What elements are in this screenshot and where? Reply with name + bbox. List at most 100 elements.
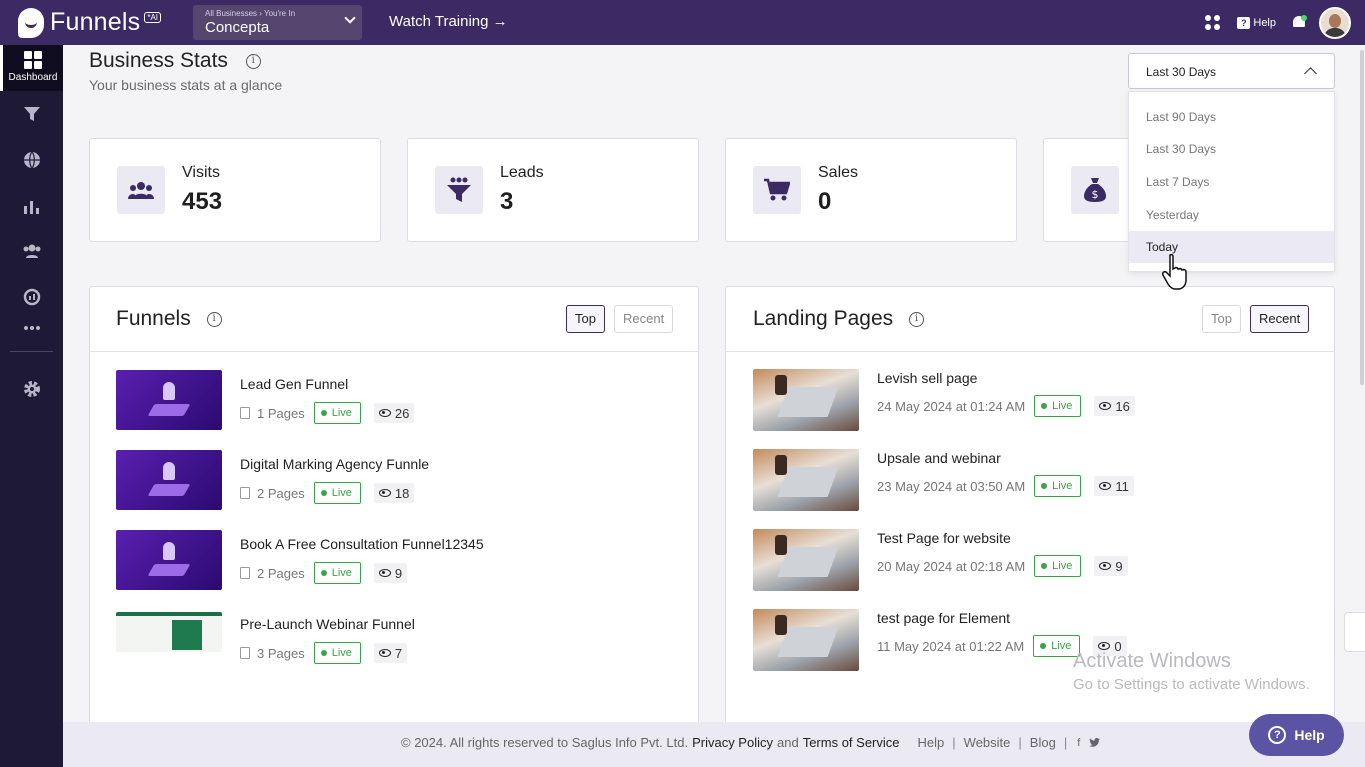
eye-icon <box>1099 562 1112 570</box>
landing-page-name[interactable]: test page for Element <box>877 610 1010 626</box>
logo-text: Funnels <box>50 8 141 36</box>
status-badge: Live <box>313 402 361 424</box>
date-range-option[interactable]: Last 7 Days <box>1129 166 1334 198</box>
status-badge: Live <box>1034 555 1082 577</box>
date-range-select[interactable]: Last 30 Days <box>1128 53 1335 89</box>
sidebar-item-websites[interactable] <box>0 151 63 169</box>
date-range-option[interactable]: Today <box>1129 231 1334 263</box>
date-range-option[interactable]: Last 30 Days <box>1129 133 1334 165</box>
sidebar-item-dashboard[interactable]: Dashboard <box>0 45 63 91</box>
visits-icon <box>117 166 165 214</box>
landing-page-date: 24 May 2024 at 01:24 AM <box>877 398 1026 414</box>
funnels-panel: Funnels i Top Recent Lead Gen Funnel 1 P… <box>89 286 699 736</box>
views-count: 7 <box>373 643 408 663</box>
chevron-up-icon <box>1304 67 1317 80</box>
landing-page-row[interactable]: Upsale and webinar 23 May 2024 at 03:50 … <box>753 449 1313 511</box>
funnel-row[interactable]: Digital Marking Agency Funnle 2 Pages Li… <box>116 450 676 512</box>
funnel-thumbnail[interactable] <box>116 530 222 590</box>
watch-training-link[interactable]: Watch Training → <box>389 13 508 30</box>
funnels-title: Funnels i <box>116 307 222 331</box>
funnel-name[interactable]: Book A Free Consultation Funnel12345 <box>240 536 484 552</box>
landing-pages-title: Landing Pages i <box>753 307 924 331</box>
landing-page-row[interactable]: Test Page for website 20 May 2024 at 02:… <box>753 529 1313 591</box>
landing-page-thumbnail[interactable] <box>753 609 859 671</box>
facebook-icon[interactable]: f <box>1077 737 1080 749</box>
eye-icon <box>1098 642 1111 650</box>
sidebar-divider <box>10 351 53 352</box>
page-title: Business Stats i <box>89 49 261 73</box>
date-range-option[interactable]: Last 90 Days <box>1129 101 1334 133</box>
info-icon[interactable]: i <box>245 53 261 69</box>
landing-page-row[interactable]: Levish sell page 24 May 2024 at 01:24 AM… <box>753 369 1313 431</box>
question-icon: ? <box>1268 726 1287 744</box>
sidebar-item-settings[interactable] <box>0 380 63 398</box>
funnel-pages: 3 Pages <box>257 645 305 661</box>
windows-watermark-title: Activate Windows <box>1073 650 1231 672</box>
tab-recent[interactable]: Recent <box>614 305 674 333</box>
status-badge: Live <box>313 642 361 664</box>
landing-page-name[interactable]: Levish sell page <box>877 370 977 386</box>
analytics-icon <box>23 201 39 214</box>
sidebar-item-reports[interactable] <box>0 288 63 306</box>
stat-card-sales: Sales 0 <box>725 138 1017 242</box>
stat-label: Visits <box>182 164 220 181</box>
funnel-thumbnail[interactable] <box>116 612 222 652</box>
help-link[interactable]: ? Help <box>1237 16 1276 29</box>
app-logo[interactable]: Funnels *AI <box>18 7 188 38</box>
sidebar-item-contacts[interactable] <box>0 242 63 260</box>
side-panel-toggle[interactable] <box>1344 612 1365 652</box>
help-label: Help <box>1253 16 1276 29</box>
leads-icon <box>435 166 483 214</box>
status-badge: Live <box>1034 395 1082 417</box>
apps-grid-icon[interactable] <box>1205 15 1221 30</box>
landing-page-thumbnail[interactable] <box>753 529 859 591</box>
status-badge: Live <box>313 562 361 584</box>
stat-value: 3 <box>500 188 514 215</box>
panel-title-text: Funnels <box>116 307 191 330</box>
avatar[interactable] <box>1319 6 1351 39</box>
hand-cursor-icon <box>1162 253 1187 290</box>
footer-link-website[interactable]: Website <box>964 735 1011 750</box>
footer-link-help[interactable]: Help <box>918 735 945 750</box>
stat-card-visits: Visits 453 <box>89 138 381 242</box>
sidebar-item-funnels[interactable] <box>0 105 63 123</box>
business-switcher[interactable]: All Businesses › You're In Concepta <box>193 5 362 40</box>
bell-icon[interactable] <box>1292 15 1307 30</box>
date-range-option[interactable]: Yesterday <box>1129 199 1334 231</box>
info-icon[interactable]: i <box>206 311 222 327</box>
funnel-row[interactable]: Lead Gen Funnel 1 Pages Live 26 <box>116 370 676 432</box>
funnel-row[interactable]: Book A Free Consultation Funnel12345 2 P… <box>116 530 676 592</box>
landing-page-date: 20 May 2024 at 02:18 AM <box>877 558 1026 574</box>
views-count: 18 <box>373 483 415 503</box>
funnel-name[interactable]: Lead Gen Funnel <box>240 376 348 392</box>
landing-page-name[interactable]: Test Page for website <box>877 530 1011 546</box>
landing-page-thumbnail[interactable] <box>753 369 859 431</box>
tab-recent[interactable]: Recent <box>1250 305 1310 333</box>
views-count: 16 <box>1094 396 1135 416</box>
sidebar-item-analytics[interactable] <box>0 197 63 215</box>
svg-text:$: $ <box>1092 188 1099 201</box>
sidebar-item-label: Dashboard <box>8 72 58 83</box>
settings-icon <box>23 381 40 397</box>
sidebar-item-more[interactable] <box>0 325 63 331</box>
dashboard-icon <box>24 51 42 69</box>
privacy-policy-link[interactable]: Privacy Policy <box>692 735 773 750</box>
page-scrollbar[interactable] <box>1360 50 1364 385</box>
funnel-name[interactable]: Digital Marking Agency Funnle <box>240 456 429 472</box>
landing-page-name[interactable]: Upsale and webinar <box>877 450 1001 466</box>
tab-top[interactable]: Top <box>1202 305 1241 333</box>
top-bar: Funnels *AI All Businesses › You're In C… <box>0 0 1365 45</box>
page-title-text: Business Stats <box>89 49 228 72</box>
footer-link-blog[interactable]: Blog <box>1030 735 1056 750</box>
twitter-icon[interactable] <box>1089 738 1101 747</box>
terms-link[interactable]: Terms of Service <box>803 735 900 750</box>
funnel-row[interactable]: Pre-Launch Webinar Funnel 3 Pages Live 7 <box>116 612 676 674</box>
funnel-thumbnail[interactable] <box>116 450 222 510</box>
date-range-menu: Last 90 Days Last 30 Days Last 7 Days Ye… <box>1128 91 1335 272</box>
funnel-thumbnail[interactable] <box>116 370 222 430</box>
tab-top[interactable]: Top <box>566 305 605 333</box>
info-icon[interactable]: i <box>908 311 924 327</box>
funnel-name[interactable]: Pre-Launch Webinar Funnel <box>240 616 415 632</box>
help-button[interactable]: ? Help <box>1249 714 1344 756</box>
landing-page-thumbnail[interactable] <box>753 449 859 511</box>
